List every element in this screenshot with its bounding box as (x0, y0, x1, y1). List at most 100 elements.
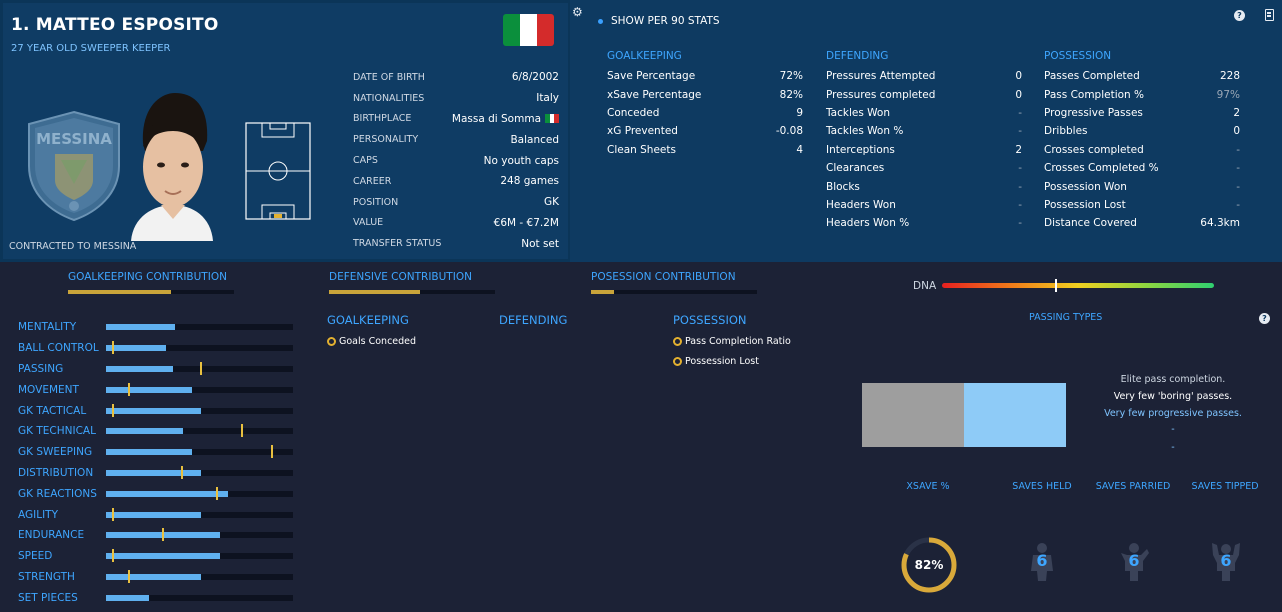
trait-item[interactable]: Pass Completion Ratio (673, 336, 791, 347)
attribute-row[interactable]: MOVEMENT (18, 379, 294, 400)
defending-stats: DEFENDING Pressures Attempted 0 Pressures… (826, 50, 1022, 233)
stat-row[interactable]: Blocks - (826, 177, 1022, 195)
passing-note: - (1171, 442, 1175, 453)
attribute-row[interactable]: GK REACTIONS (18, 483, 294, 504)
passing-help-icon[interactable]: ? (1259, 313, 1270, 324)
show-per90-toggle[interactable]: SHOW PER 90 STATS (598, 15, 720, 27)
nationality-value[interactable]: Italy (536, 92, 559, 104)
xsave-gauge[interactable]: 82% (899, 535, 959, 595)
contract-status[interactable]: CONTRACTED TO MESSINA (9, 241, 136, 252)
attribute-row[interactable]: AGILITY (18, 504, 294, 525)
attribute-bar-fill (106, 511, 202, 518)
possession-contribution-bar (591, 290, 757, 294)
transfer-status-value[interactable]: Not set (521, 238, 559, 250)
attribute-row[interactable]: STRENGTH (18, 567, 294, 588)
attribute-bar (106, 382, 293, 396)
info-row-caps: CAPS No youth caps (353, 154, 559, 167)
saves-tipped-value: 6 (1220, 551, 1232, 570)
defending-stats-title: DEFENDING (826, 50, 889, 62)
stat-row[interactable]: Clean Sheets 4 (607, 141, 803, 159)
stat-row[interactable]: xG Prevented -0.08 (607, 122, 803, 140)
attribute-bar-fill (106, 573, 202, 580)
attribute-label: GK TECHNICAL (18, 425, 96, 438)
transfer-value: €6M - €7.2M (493, 216, 559, 229)
stat-row[interactable]: Distance Covered 64.3km (1044, 214, 1240, 232)
attribute-label: PASSING (18, 362, 64, 375)
help-icon[interactable]: ? (1234, 10, 1245, 21)
birthplace-value[interactable]: Massa di Somma (452, 113, 560, 125)
saves-held-title: SAVES HELD (1012, 481, 1072, 492)
stat-row[interactable]: Save Percentage 72% (607, 67, 803, 85)
stat-row[interactable]: Tackles Won - (826, 104, 1022, 122)
trait-possession-title: POSSESSION (673, 313, 747, 327)
club-crest[interactable]: MESSINA (25, 110, 123, 222)
attribute-row[interactable]: GK SWEEPING (18, 442, 294, 463)
trait-item[interactable]: Possession Lost (673, 356, 759, 367)
stat-row[interactable]: Interceptions 2 (826, 141, 1022, 159)
attribute-bar (106, 549, 293, 563)
stat-row[interactable]: xSave Percentage 82% (607, 85, 803, 103)
attribute-compare-tick (199, 361, 202, 375)
stat-row[interactable]: Crosses completed - (1044, 141, 1240, 159)
attribute-row[interactable]: BALL CONTROL (18, 338, 294, 359)
xsave-title: XSAVE % (906, 481, 950, 492)
career-value[interactable]: 248 games (500, 175, 559, 187)
goalkeeping-contribution-title: GOALKEEPING CONTRIBUTION (68, 271, 227, 283)
stat-row[interactable]: Possession Lost - (1044, 196, 1240, 214)
stat-row[interactable]: Headers Won % - (826, 214, 1022, 232)
player-profile-card: 1. MATTEO ESPOSITO 27 YEAR OLD SWEEPER K… (3, 3, 568, 259)
attribute-row[interactable]: DISTRIBUTION (18, 463, 294, 484)
stat-row[interactable]: Pressures Attempted 0 (826, 67, 1022, 85)
toggle-dot-icon (598, 18, 603, 24)
passing-type-bar-main[interactable] (964, 383, 1066, 447)
attribute-bar (106, 341, 293, 355)
attribute-row[interactable]: GK TACTICAL (18, 400, 294, 421)
stat-row[interactable]: Passes Completed 228 (1044, 67, 1240, 85)
stat-row[interactable]: Possession Won - (1044, 177, 1240, 195)
trait-dot-icon (673, 337, 682, 346)
position-pitch[interactable] (243, 121, 313, 221)
stat-row[interactable]: Pass Completion % 97% (1044, 85, 1240, 103)
attribute-compare-tick (162, 528, 165, 542)
dna-bar[interactable] (942, 283, 1214, 288)
stat-row[interactable]: Tackles Won % - (826, 122, 1022, 140)
stat-row[interactable]: Pressures completed 0 (826, 85, 1022, 103)
attribute-row[interactable]: ENDURANCE (18, 525, 294, 546)
gear-icon[interactable]: ⚙ (572, 6, 584, 18)
gk-position-marker (274, 214, 282, 218)
possession-stats-title: POSSESSION (1044, 50, 1112, 62)
attribute-bar-fill (106, 594, 149, 601)
attribute-label: MOVEMENT (18, 383, 79, 396)
attribute-label: BALL CONTROL (18, 342, 99, 355)
player-photo (131, 93, 213, 241)
attribute-bar (106, 465, 293, 479)
player-subtitle: 27 YEAR OLD SWEEPER KEEPER (11, 43, 171, 54)
attribute-row[interactable]: PASSING (18, 359, 294, 380)
info-row-position: POSITION GK (353, 196, 559, 209)
stat-row[interactable]: Progressive Passes 2 (1044, 104, 1240, 122)
caps-value: No youth caps (483, 154, 559, 167)
stat-row[interactable]: Crosses Completed % - (1044, 159, 1240, 177)
attribute-label: DISTRIBUTION (18, 466, 94, 479)
attribute-bar-fill (106, 428, 183, 435)
saves-parried-title: SAVES PARRIED (1095, 481, 1171, 492)
defensive-contribution-bar (329, 290, 495, 294)
attribute-row[interactable]: SPEED (18, 546, 294, 567)
attribute-row[interactable]: SET PIECES (18, 587, 294, 608)
player-name[interactable]: 1. MATTEO ESPOSITO (11, 15, 219, 35)
attribute-row[interactable]: MENTALITY (18, 317, 294, 338)
stat-row[interactable]: Conceded 9 (607, 104, 803, 122)
document-icon[interactable] (1265, 9, 1274, 21)
stat-row[interactable]: Clearances - (826, 159, 1022, 177)
trait-dot-icon (327, 337, 336, 346)
attribute-bar (106, 486, 293, 500)
info-row-dob: DATE OF BIRTH 6/8/2002 (353, 71, 559, 84)
stat-row[interactable]: Dribbles 0 (1044, 122, 1240, 140)
attribute-compare-tick (128, 569, 131, 583)
passing-type-bar-other[interactable] (862, 383, 964, 447)
trait-item[interactable]: Goals Conceded (327, 336, 416, 347)
flag-green-stripe (503, 14, 520, 46)
stat-row[interactable]: Headers Won - (826, 196, 1022, 214)
attribute-row[interactable]: GK TECHNICAL (18, 421, 294, 442)
nationality-flag[interactable] (503, 14, 554, 46)
